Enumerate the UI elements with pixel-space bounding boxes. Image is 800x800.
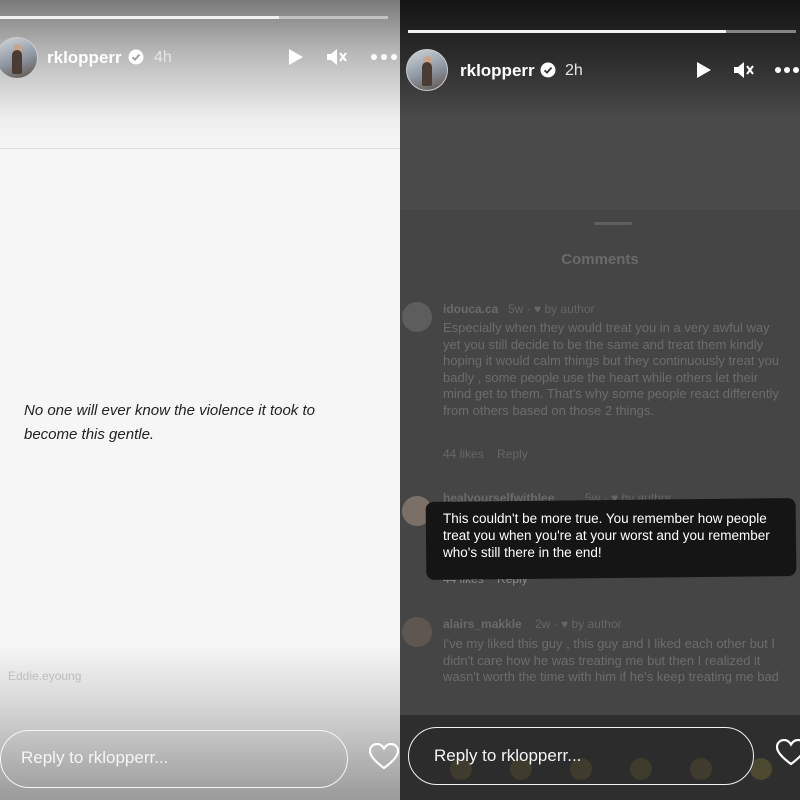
mute-icon[interactable] bbox=[732, 59, 756, 81]
comment-avatar[interactable] bbox=[402, 617, 432, 647]
story-quote: No one will ever know the violence it to… bbox=[24, 402, 315, 443]
reply-input[interactable]: Reply to rklopperr... bbox=[0, 730, 348, 788]
username[interactable]: rklopperr bbox=[47, 48, 122, 68]
sheet-handle[interactable] bbox=[594, 222, 632, 225]
left-story-panel: rklopperr 4h No one will ever know the v… bbox=[0, 0, 400, 800]
verified-badge-icon bbox=[540, 62, 556, 78]
divider bbox=[0, 148, 400, 149]
comment-meta: 2w · ♥ by author bbox=[535, 617, 622, 631]
mute-icon[interactable] bbox=[325, 46, 349, 68]
comment-meta: 5w · ♥ by author bbox=[508, 302, 595, 316]
verified-badge-icon bbox=[128, 49, 144, 65]
header-gradient bbox=[0, 0, 400, 150]
more-icon[interactable] bbox=[370, 52, 398, 62]
heart-icon[interactable] bbox=[369, 743, 399, 771]
reply-placeholder: Reply to rklopperr... bbox=[434, 746, 582, 765]
comment-text: Especially when they would treat you in … bbox=[443, 320, 780, 418]
faded-caption: Eddie.eyoung bbox=[8, 669, 82, 683]
comment-username[interactable]: idouca.ca bbox=[443, 302, 498, 316]
reply-input[interactable]: Reply to rklopperr... bbox=[408, 727, 754, 785]
heart-icon[interactable] bbox=[776, 739, 800, 767]
story-progress-bar bbox=[0, 16, 388, 19]
story-progress-bar bbox=[408, 30, 796, 33]
post-time: 2h bbox=[565, 62, 583, 79]
comment-footer[interactable]: 44 likes Reply bbox=[443, 447, 528, 461]
comment-text: I've my liked this guy , this guy and I … bbox=[443, 636, 779, 684]
comment-avatar[interactable] bbox=[402, 302, 432, 332]
play-icon[interactable] bbox=[692, 59, 714, 81]
comments-title: Comments bbox=[561, 251, 639, 268]
play-icon[interactable] bbox=[284, 46, 306, 68]
post-time: 4h bbox=[154, 49, 172, 66]
comment-username[interactable]: alairs_makkle bbox=[443, 617, 522, 631]
highlighted-comment-text: This couldn't be more true. You remember… bbox=[443, 511, 770, 560]
reply-placeholder: Reply to rklopperr... bbox=[21, 748, 169, 767]
avatar[interactable] bbox=[406, 49, 448, 91]
username[interactable]: rklopperr bbox=[460, 61, 535, 81]
more-icon[interactable] bbox=[774, 65, 800, 75]
right-story-panel: Comments rklopperr 2h idouca.ca 5w · ♥ b… bbox=[400, 0, 800, 800]
